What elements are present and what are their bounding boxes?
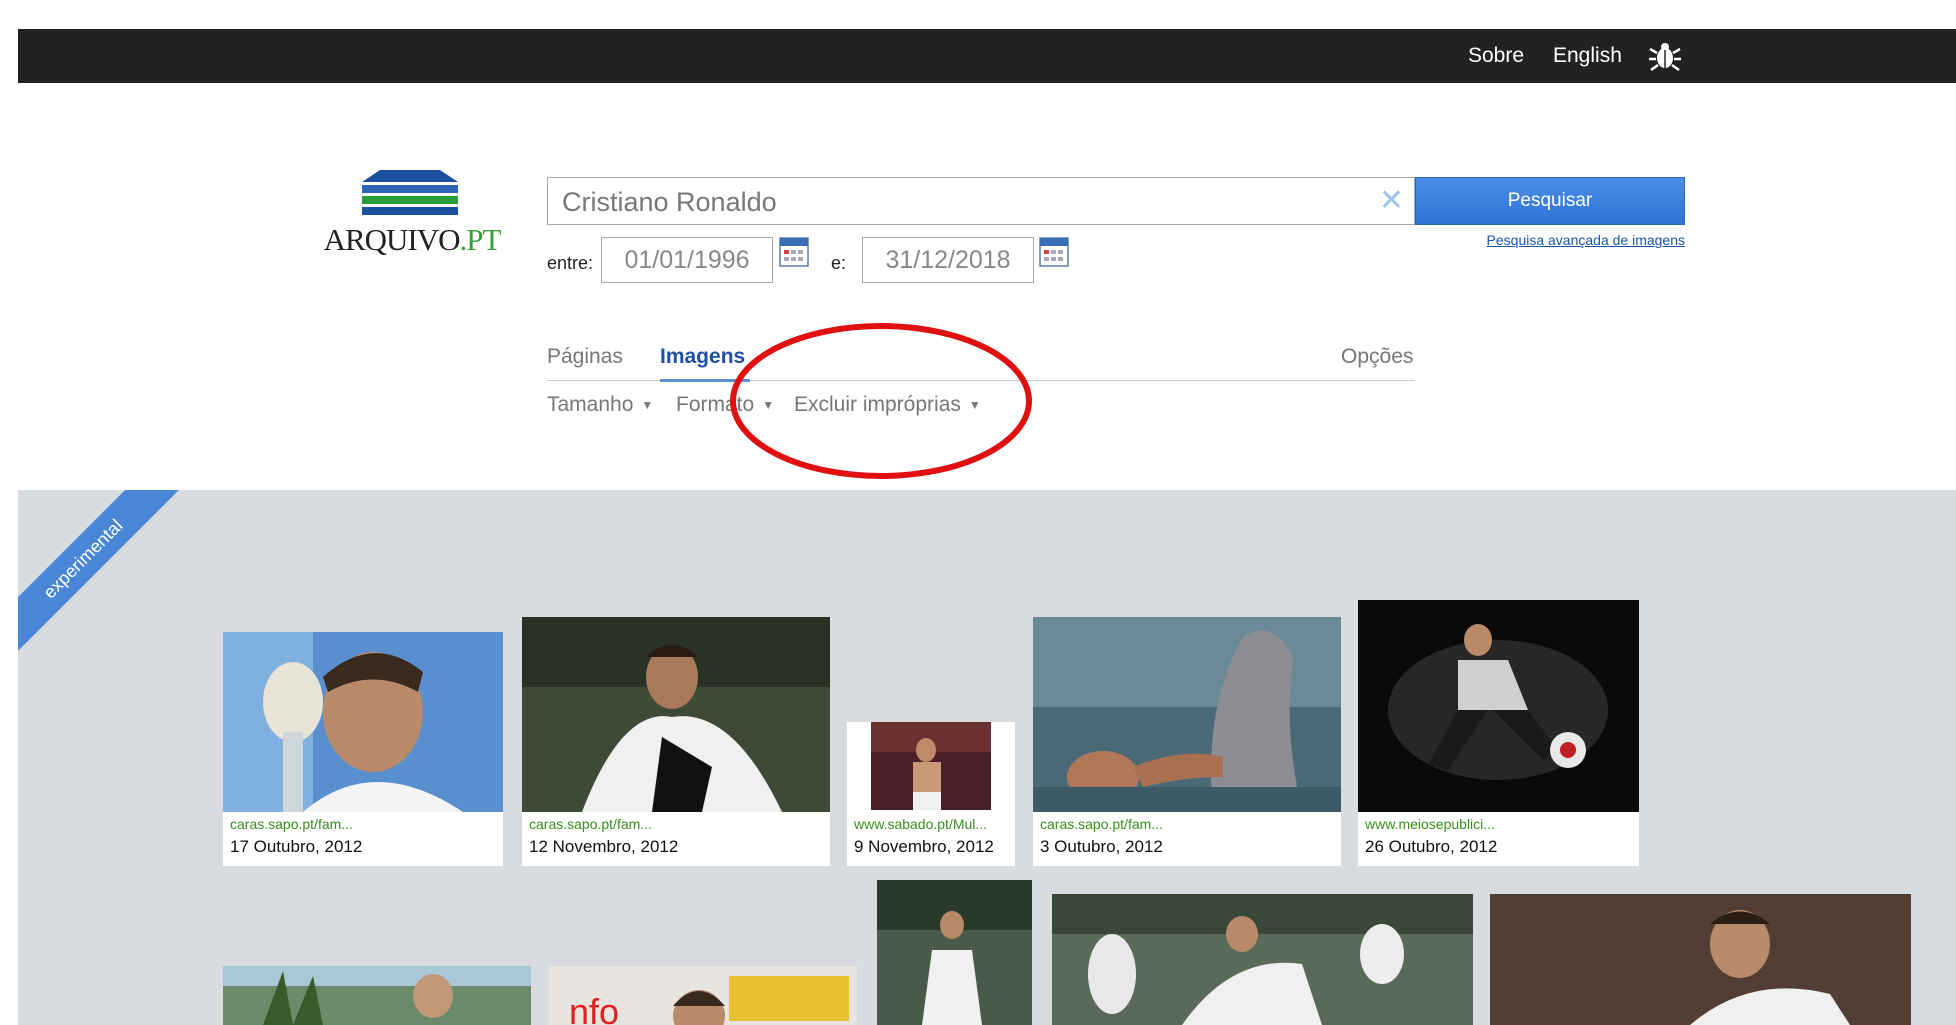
tab-options[interactable]: Opções <box>1341 345 1413 369</box>
about-link[interactable]: Sobre <box>1468 29 1524 83</box>
filter-size[interactable]: Tamanho ▼ <box>547 393 653 417</box>
result-source-link[interactable]: caras.sapo.pt/fam... <box>1040 816 1334 832</box>
caret-down-icon: ▼ <box>641 398 654 413</box>
clear-search-icon[interactable]: ✕ <box>1379 186 1404 216</box>
logo-text: ARQUIVO.PT <box>323 222 502 257</box>
result-thumbnail[interactable] <box>223 966 531 1025</box>
tab-images[interactable]: Imagens <box>660 345 745 369</box>
experimental-ribbon: experimental <box>18 490 182 658</box>
result-source-link[interactable]: www.sabado.pt/Mul... <box>854 816 1010 832</box>
result-thumbnail[interactable] <box>1052 894 1473 1025</box>
result-thumbnail[interactable] <box>871 722 991 810</box>
logo-stack-icon <box>362 170 458 215</box>
date-to-label: e: <box>831 253 847 273</box>
result-date: 26 Outubro, 2012 <box>1365 837 1498 856</box>
result-thumbnail[interactable] <box>877 880 1032 1025</box>
result-thumbnail[interactable] <box>223 632 503 812</box>
result-source-link[interactable]: caras.sapo.pt/fam... <box>529 816 823 832</box>
search-box: ✕ <box>547 177 1415 226</box>
filter-format[interactable]: Formato ▼ <box>676 393 774 417</box>
result-thumbnail[interactable]: nfo <box>549 966 857 1025</box>
arquivo-logo[interactable]: ARQUIVO.PT <box>322 168 502 268</box>
date-to-input[interactable]: 31/12/2018 <box>862 237 1034 283</box>
result-date: 12 Novembro, 2012 <box>529 837 679 856</box>
result-date: 3 Outubro, 2012 <box>1040 837 1163 856</box>
top-nav-bar: Sobre English <box>18 29 1956 83</box>
image-results-area: experimental caras.sapo.pt/fam... 17 Out… <box>18 490 1956 1025</box>
result-source-link[interactable]: www.meiosepublici... <box>1365 816 1632 832</box>
result-source-link[interactable]: caras.sapo.pt/fam... <box>230 816 496 832</box>
language-link[interactable]: English <box>1553 29 1622 83</box>
search-input[interactable] <box>560 178 1364 226</box>
date-from-label: entre: <box>547 253 594 273</box>
caret-down-icon: ▼ <box>762 398 775 413</box>
result-thumbnail[interactable] <box>522 617 830 812</box>
active-tab-indicator <box>660 379 750 382</box>
tab-pages[interactable]: Páginas <box>547 345 623 369</box>
search-button[interactable]: Pesquisar <box>1415 177 1685 225</box>
calendar-icon[interactable] <box>779 237 809 267</box>
result-date: 17 Outubro, 2012 <box>230 837 363 856</box>
result-thumbnail[interactable] <box>1358 600 1639 812</box>
result-card[interactable]: caras.sapo.pt/fam... 17 Outubro, 2012 <box>223 632 503 866</box>
result-card[interactable]: caras.sapo.pt/fam... 12 Novembro, 2012 <box>522 617 830 866</box>
bug-icon[interactable] <box>1648 41 1682 71</box>
result-thumbnail[interactable] <box>1490 894 1911 1025</box>
svg-text:nfo: nfo <box>569 991 619 1025</box>
calendar-icon[interactable] <box>1039 237 1069 267</box>
result-thumbnail[interactable] <box>1033 617 1341 812</box>
filter-exclude-inappropriate[interactable]: Excluir impróprias ▼ <box>794 393 981 417</box>
result-card[interactable]: www.sabado.pt/Mul... 9 Novembro, 2012 <box>847 722 1015 866</box>
result-date: 9 Novembro, 2012 <box>854 837 994 856</box>
caret-down-icon: ▼ <box>968 398 981 413</box>
result-card[interactable]: caras.sapo.pt/fam... 3 Outubro, 2012 <box>1033 617 1341 866</box>
date-from-input[interactable]: 01/01/1996 <box>601 237 773 283</box>
advanced-image-search-link[interactable]: Pesquisa avançada de imagens <box>1475 232 1685 248</box>
result-card[interactable]: www.meiosepublici... 26 Outubro, 2012 <box>1358 600 1639 866</box>
